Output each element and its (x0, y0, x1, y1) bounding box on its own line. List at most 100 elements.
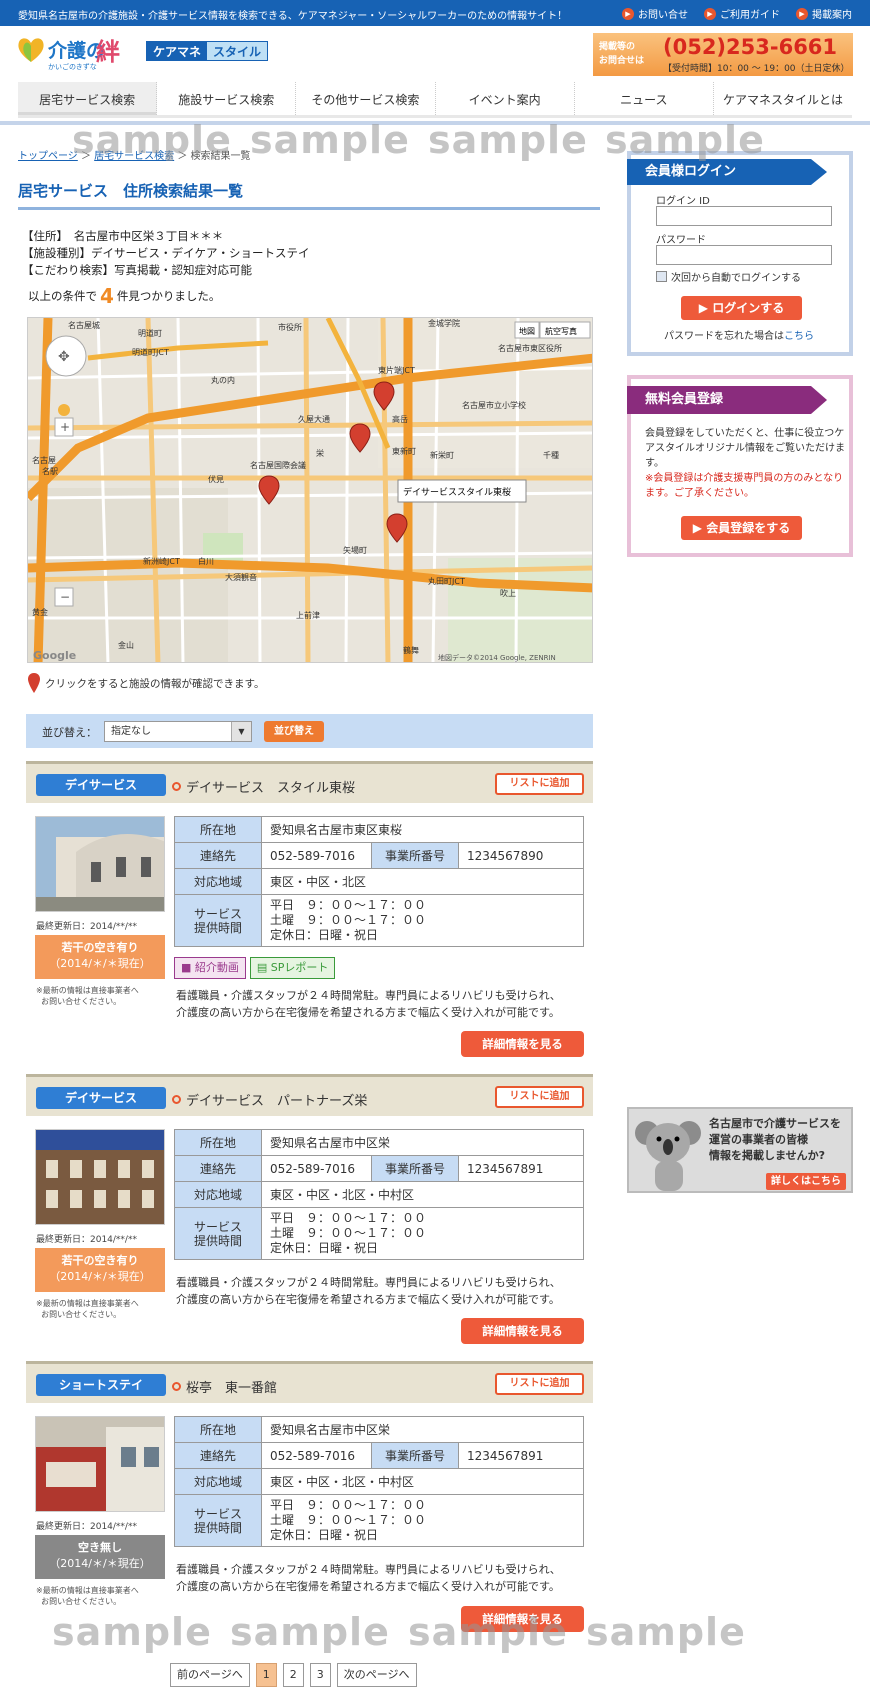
pagination: 前のページへ 1 2 3 次のページへ (170, 1663, 417, 1687)
facility-area: 東区・中区・北区・中村区 (261, 1468, 584, 1495)
facility-card: ショートステイ 桜亭 東一番館 リストに追加 最終更新日：2014/**/** … (26, 1361, 593, 1641)
svg-text:高岳: 高岳 (392, 414, 408, 424)
add-to-list-button[interactable]: リストに追加 (495, 1373, 584, 1395)
breadcrumb: トップページ ＞ 居宅サービス検索 ＞ 検索結果一覧 (18, 151, 251, 162)
facility-name[interactable]: デイサービス スタイル東桜 (172, 777, 355, 796)
heart-logo-icon (18, 38, 44, 62)
remember-checkbox[interactable]: 次回から自動でログインする (656, 269, 801, 284)
svg-text:新洲崎JCT: 新洲崎JCT (143, 556, 180, 566)
svg-text:伏見: 伏見 (208, 474, 224, 484)
site-tagline: 愛知県名古屋市の介護施設・介護サービス情報を検索できる、ケアマネジャー・ソーシャ… (18, 11, 568, 22)
svg-text:東片端JCT: 東片端JCT (378, 365, 415, 375)
page-3[interactable]: 3 (309, 1663, 331, 1687)
svg-text:+: + (60, 420, 70, 434)
register-title: 無料会員登録 (627, 386, 827, 414)
facility-hours: 平日 ９：００～１７：００ 土曜 ９：００～１７：００ 定休日：日曜・祝日 (261, 894, 584, 947)
svg-text:栄: 栄 (316, 448, 324, 458)
next-page-button[interactable]: 次のページへ (336, 1663, 417, 1687)
media-badges: ■ 紹介動画 ▤ SPレポート (174, 957, 336, 979)
search-conditions: 【住所】 名古屋市中区栄３丁目＊＊＊ 【施設種別】デイサービス・デイケア・ショー… (22, 228, 310, 279)
nav-news[interactable]: ニュース (575, 82, 714, 115)
svg-text:名古屋市東区役所: 名古屋市東区役所 (498, 343, 562, 353)
page-1[interactable]: 1 (255, 1663, 277, 1687)
result-count-number: 4 (100, 284, 114, 308)
card-header: ショートステイ 桜亭 東一番館 リストに追加 (26, 1361, 593, 1403)
svg-text:デイサービススタイル東桜: デイサービススタイル東桜 (403, 486, 511, 498)
nav-other[interactable]: その他サービス検索 (296, 82, 436, 115)
availability-note: ※最新の情報は直接事業者へ お問い合せください。 (36, 1299, 139, 1319)
forgot-password: パスワードを忘れた場合はこちら (664, 331, 814, 342)
arrow-icon: ▶ (692, 521, 707, 535)
login-id-input[interactable] (656, 206, 832, 226)
forgot-password-link[interactable]: こちら (784, 331, 814, 342)
facility-description: 看護職員・介護スタッフが２４時間常駐。専門員によるリハビリも受けられ、 介護度の高… (176, 1276, 561, 1306)
facility-phone: 052-589-7016 (261, 1155, 372, 1182)
facility-info-table: 所在地 愛知県名古屋市中区栄 連絡先 052-589-7016 事業所番号 123456… (174, 1416, 584, 1547)
sort-button[interactable]: 並び替え (264, 721, 324, 742)
facility-name[interactable]: デイサービス パートナーズ栄 (172, 1090, 367, 1109)
page: 愛知県名古屋市の介護施設・介護サービス情報を検索できる、ケアマネジャー・ソーシャ… (0, 0, 870, 1687)
register-text: 会員登録をしていただくと、仕事に役立つケアスタイルオリジナル情報をご覧いただけま… (645, 428, 845, 499)
nav-facility[interactable]: 施設サービス検索 (157, 82, 297, 115)
svg-text:白川: 白川 (198, 556, 214, 566)
register-box: 無料会員登録 会員登録をしていただくと、仕事に役立つケアスタイルオリジナル情報を… (627, 375, 853, 557)
svg-text:明道町JCT: 明道町JCT (132, 347, 169, 357)
breadcrumb-home[interactable]: トップページ (18, 151, 78, 162)
contact-link[interactable]: ▶ お問い合せ (622, 6, 688, 21)
detail-button[interactable]: 詳細情報を見る (461, 1606, 584, 1632)
breadcrumb-search[interactable]: 居宅サービス検索 (94, 151, 174, 162)
register-button[interactable]: ▶ 会員登録をする (681, 516, 802, 540)
card-header: デイサービス デイサービス パートナーズ栄 リストに追加 (26, 1074, 593, 1116)
facility-info-table: 所在地 愛知県名古屋市東区東桜 連絡先 052-589-7016 事業所番号 12345… (174, 816, 584, 947)
logo-reading: かいごのきずな (48, 63, 97, 71)
facility-area: 東区・中区・北区・中村区 (261, 1181, 584, 1208)
svg-text:✥: ✥ (58, 349, 70, 365)
login-title: 会員様ログイン (627, 159, 827, 185)
password-input[interactable] (656, 245, 832, 265)
facility-area: 東区・中区・北区 (261, 868, 584, 895)
facility-hours: 平日 ９：００～１７：００ 土曜 ９：００～１７：００ 定休日：日曜・祝日 (261, 1207, 584, 1260)
phone-label-2: お問合せは (599, 56, 645, 66)
svg-text:丸田町JCT: 丸田町JCT (428, 576, 465, 586)
map[interactable]: 名古屋城 明道町 明道町JCT 市役所 金城学院 名古屋市東区役所 東片端JCT… (27, 317, 593, 663)
sort-select[interactable]: 指定なし ▼ (104, 721, 252, 742)
advertise-banner[interactable]: 名古屋市で介護サービスを 運営の事業者の皆様 情報を掲載しませんか? 詳しくはこちら (627, 1107, 853, 1193)
prev-page-button[interactable]: 前のページへ (170, 1663, 250, 1687)
detail-button[interactable]: 詳細情報を見る (461, 1031, 584, 1057)
facility-photo (35, 816, 165, 912)
facility-name[interactable]: 桜亭 東一番館 (172, 1377, 277, 1396)
sample-watermark: sample (586, 1610, 746, 1654)
last-updated: 最終更新日：2014/**/** (36, 1522, 137, 1532)
facility-photo (35, 1416, 165, 1512)
page-2[interactable]: 2 (282, 1663, 304, 1687)
caremane-style-badge: ケアマネ スタイル (146, 41, 269, 61)
nav-home-service[interactable]: 居宅サービス検索 (18, 82, 158, 115)
document-icon: ▤ (256, 961, 271, 974)
last-updated: 最終更新日：2014/**/** (36, 1235, 137, 1245)
nav-about[interactable]: ケアマネスタイルとは (714, 82, 852, 115)
site-logo[interactable]: 介護の 絆 かいごのきずな ケアマネ スタイル (16, 34, 276, 74)
svg-text:千種: 千種 (543, 450, 559, 460)
listing-link[interactable]: ▶ 掲載案内 (796, 6, 852, 21)
login-button[interactable]: ▶ ログインする (681, 296, 802, 320)
login-id-label: ログイン ID (656, 196, 710, 207)
svg-text:吹上: 吹上 (500, 588, 516, 598)
facility-card: デイサービス デイサービス スタイル東桜 リストに追加 最終更新日：2014/*… (26, 761, 593, 1063)
svg-text:名古屋: 名古屋 (32, 455, 56, 465)
detail-button[interactable]: 詳細情報を見る (461, 1318, 584, 1344)
report-button[interactable]: ▤ SPレポート (249, 957, 336, 979)
nav-event[interactable]: イベント案内 (436, 82, 575, 115)
guide-link[interactable]: ▶ ご利用ガイド (704, 6, 780, 21)
facility-office-no: 1234567890 (458, 842, 584, 869)
add-to-list-button[interactable]: リストに追加 (495, 773, 584, 795)
add-to-list-button[interactable]: リストに追加 (495, 1086, 584, 1108)
advertise-button[interactable]: 詳しくはこちら (766, 1173, 846, 1190)
video-button[interactable]: ■ 紹介動画 (174, 957, 246, 979)
page-title: 居宅サービス 住所検索結果一覧 (18, 180, 600, 210)
facility-office-no: 1234567891 (458, 1155, 584, 1182)
svg-text:航空写真: 航空写真 (545, 326, 577, 336)
svg-text:金城学院: 金城学院 (428, 318, 460, 328)
facility-address: 愛知県名古屋市中区栄 (261, 1129, 584, 1156)
availability-note: ※最新の情報は直接事業者へ お問い合せください。 (36, 986, 139, 1006)
arrow-icon: ▶ (704, 7, 716, 20)
